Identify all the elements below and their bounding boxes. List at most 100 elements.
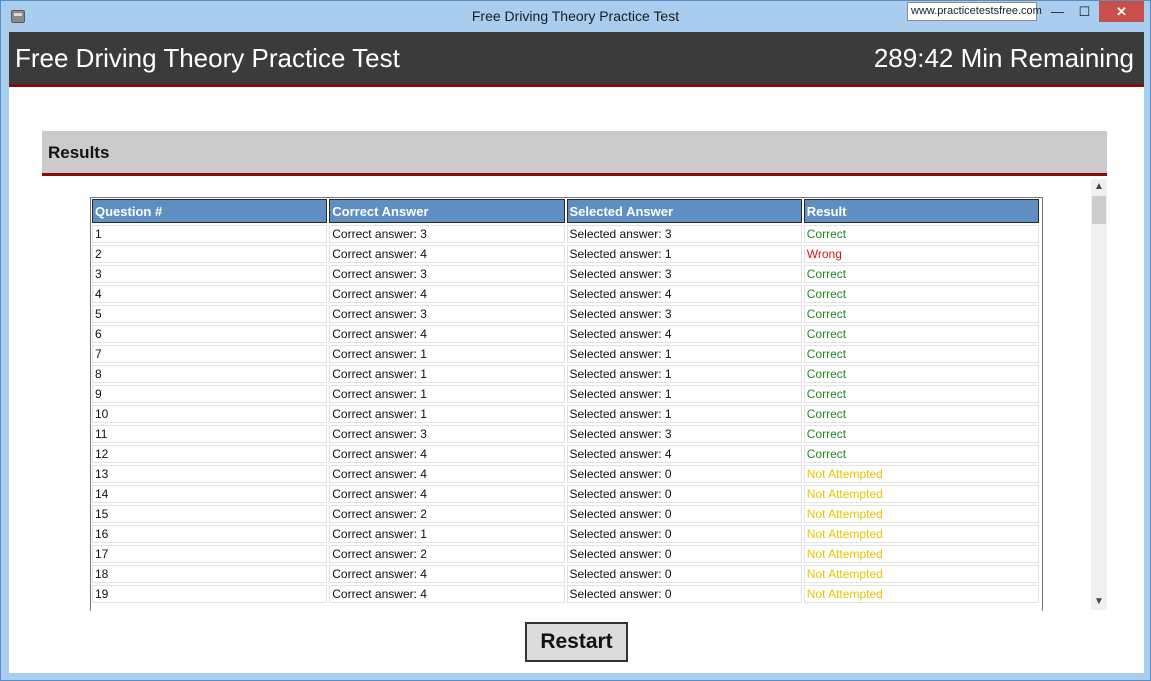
maximize-button[interactable]: ☐: [1071, 1, 1098, 22]
results-table-body: 1 Correct answer: 3 Selected answer: 3 Corr…: [92, 225, 1039, 603]
question-number-cell: 9: [92, 385, 328, 403]
restart-button[interactable]: Restart: [525, 622, 628, 662]
table-row: 7 Correct answer: 1 Selected answer: 1 Corr…: [92, 345, 1039, 363]
results-table: Question # Correct Answer Selected Answe…: [91, 198, 1041, 605]
result-cell: Not Attempted: [803, 485, 1039, 503]
question-number-cell: 19: [92, 585, 328, 603]
results-title: Results: [48, 143, 110, 162]
table-row: 16 Correct answer: 1 Selected answer: 0 Not…: [92, 525, 1039, 543]
correct-answer-cell: Correct answer: 4: [329, 465, 565, 483]
question-number-cell: 3: [92, 265, 328, 283]
table-row: 6 Correct answer: 4 Selected answer: 4 Corr…: [92, 325, 1039, 343]
result-cell: Correct: [803, 285, 1039, 303]
result-cell: Not Attempted: [803, 545, 1039, 563]
result-cell: Not Attempted: [803, 525, 1039, 543]
selected-answer-cell: Selected answer: 4: [566, 285, 802, 303]
close-button[interactable]: ✕: [1099, 1, 1144, 22]
question-number-cell: 10: [92, 405, 328, 423]
selected-answer-cell: Selected answer: 4: [566, 325, 802, 343]
table-row: 19 Correct answer: 4 Selected answer: 0 Not…: [92, 585, 1039, 603]
column-header-result: Result: [803, 199, 1039, 223]
question-number-cell: 13: [92, 465, 328, 483]
selected-answer-cell: Selected answer: 3: [566, 305, 802, 323]
scroll-down-arrow-icon[interactable]: ▼: [1091, 594, 1107, 610]
question-number-cell: 8: [92, 365, 328, 383]
column-header-selected-answer: Selected Answer: [566, 199, 802, 223]
result-cell: Wrong: [803, 245, 1039, 263]
correct-answer-cell: Correct answer: 4: [329, 245, 565, 263]
table-header-row: Question # Correct Answer Selected Answe…: [92, 199, 1039, 223]
selected-answer-cell: Selected answer: 1: [566, 245, 802, 263]
selected-answer-cell: Selected answer: 0: [566, 525, 802, 543]
app-header: Free Driving Theory Practice Test 289:42…: [9, 32, 1144, 87]
column-header-question: Question #: [92, 199, 328, 223]
results-table-viewport[interactable]: Question # Correct Answer Selected Answe…: [90, 197, 1043, 611]
url-tooltip: www.practicetestsfree.com: [907, 2, 1042, 21]
selected-answer-cell: Selected answer: 0: [566, 545, 802, 563]
correct-answer-cell: Correct answer: 1: [329, 385, 565, 403]
correct-answer-cell: Correct answer: 1: [329, 405, 565, 423]
question-number-cell: 14: [92, 485, 328, 503]
table-row: 12 Correct answer: 4 Selected answer: 4 Cor…: [92, 445, 1039, 463]
question-number-cell: 5: [92, 305, 328, 323]
selected-answer-cell: Selected answer: 0: [566, 505, 802, 523]
scrollbar-thumb[interactable]: [1092, 196, 1106, 224]
correct-answer-cell: Correct answer: 4: [329, 485, 565, 503]
result-cell: Not Attempted: [803, 565, 1039, 583]
question-number-cell: 17: [92, 545, 328, 563]
correct-answer-cell: Correct answer: 4: [329, 445, 565, 463]
selected-answer-cell: Selected answer: 3: [566, 225, 802, 243]
correct-answer-cell: Correct answer: 1: [329, 365, 565, 383]
result-cell: Correct: [803, 405, 1039, 423]
result-cell: Correct: [803, 445, 1039, 463]
table-row: 11 Correct answer: 3 Selected answer: 3 Cor…: [92, 425, 1039, 443]
question-number-cell: 18: [92, 565, 328, 583]
scroll-up-arrow-icon[interactable]: ▲: [1091, 179, 1107, 195]
result-cell: Correct: [803, 365, 1039, 383]
result-cell: Not Attempted: [803, 465, 1039, 483]
minimize-button[interactable]: —: [1044, 1, 1071, 22]
question-number-cell: 11: [92, 425, 328, 443]
question-number-cell: 1: [92, 225, 328, 243]
correct-answer-cell: Correct answer: 2: [329, 545, 565, 563]
table-row: 5 Correct answer: 3 Selected answer: 3 Corr…: [92, 305, 1039, 323]
correct-answer-cell: Correct answer: 4: [329, 285, 565, 303]
correct-answer-cell: Correct answer: 2: [329, 505, 565, 523]
correct-answer-cell: Correct answer: 4: [329, 325, 565, 343]
question-number-cell: 2: [92, 245, 328, 263]
title-bar[interactable]: Free Driving Theory Practice Test www.pr…: [1, 1, 1150, 31]
result-cell: Correct: [803, 265, 1039, 283]
question-number-cell: 15: [92, 505, 328, 523]
table-row: 15 Correct answer: 2 Selected answer: 0 Not…: [92, 505, 1039, 523]
question-number-cell: 4: [92, 285, 328, 303]
correct-answer-cell: Correct answer: 4: [329, 585, 565, 603]
table-row: 13 Correct answer: 4 Selected answer: 0 Not…: [92, 465, 1039, 483]
question-number-cell: 12: [92, 445, 328, 463]
question-number-cell: 6: [92, 325, 328, 343]
table-row: 18 Correct answer: 4 Selected answer: 0 Not…: [92, 565, 1039, 583]
selected-answer-cell: Selected answer: 3: [566, 425, 802, 443]
selected-answer-cell: Selected answer: 4: [566, 445, 802, 463]
selected-answer-cell: Selected answer: 3: [566, 265, 802, 283]
column-header-correct-answer: Correct Answer: [329, 199, 565, 223]
table-row: 2 Correct answer: 4 Selected answer: 1 Wron…: [92, 245, 1039, 263]
results-section-header: Results: [42, 131, 1107, 176]
app-window: Free Driving Theory Practice Test www.pr…: [0, 0, 1151, 681]
app-title: Free Driving Theory Practice Test: [15, 43, 400, 73]
result-cell: Correct: [803, 345, 1039, 363]
selected-answer-cell: Selected answer: 0: [566, 585, 802, 603]
correct-answer-cell: Correct answer: 3: [329, 305, 565, 323]
table-row: 14 Correct answer: 4 Selected answer: 0 Not…: [92, 485, 1039, 503]
correct-answer-cell: Correct answer: 4: [329, 565, 565, 583]
table-row: 4 Correct answer: 4 Selected answer: 4 Corr…: [92, 285, 1039, 303]
result-cell: Correct: [803, 325, 1039, 343]
result-cell: Correct: [803, 305, 1039, 323]
vertical-scrollbar[interactable]: ▲ ▼: [1091, 179, 1107, 610]
table-row: 17 Correct answer: 2 Selected answer: 0 Not…: [92, 545, 1039, 563]
time-remaining: 289:42 Min Remaining: [873, 43, 1134, 73]
result-cell: Not Attempted: [803, 585, 1039, 603]
result-cell: Correct: [803, 385, 1039, 403]
selected-answer-cell: Selected answer: 0: [566, 565, 802, 583]
selected-answer-cell: Selected answer: 0: [566, 485, 802, 503]
selected-answer-cell: Selected answer: 0: [566, 465, 802, 483]
